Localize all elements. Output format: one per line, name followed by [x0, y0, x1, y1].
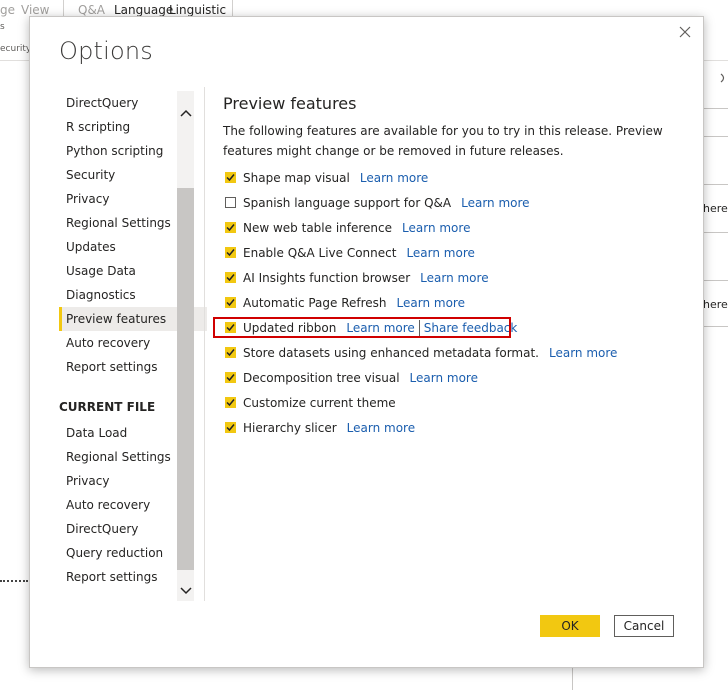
feature-row-spanish-language-support-for-q-a: Spanish language support for Q&A Learn mo… — [223, 190, 683, 215]
bg-text-here: here — [703, 202, 728, 215]
feature-label: AI Insights function browser — [243, 270, 411, 285]
chevron-down-icon — [179, 587, 192, 595]
feature-checkbox[interactable] — [225, 397, 236, 408]
feature-row-hierarchy-slicer: Hierarchy slicer Learn more — [223, 415, 683, 440]
learn-more-link[interactable]: Learn more — [420, 271, 488, 285]
feature-label: Hierarchy slicer — [243, 420, 337, 435]
learn-more-link[interactable]: Learn more — [397, 296, 465, 310]
section-title: Preview features — [223, 94, 357, 113]
feature-row-new-web-table-inference: New web table inference Learn more — [223, 215, 683, 240]
feature-row-shape-map-visual: Shape map visual Learn more — [223, 165, 683, 190]
feature-label: Shape map visual — [243, 170, 350, 185]
bg-divider — [702, 326, 728, 327]
feature-checkbox[interactable] — [225, 272, 236, 283]
feature-row-updated-ribbon: Updated ribbon Learn more Share feedback — [213, 315, 683, 340]
chevron-up-icon — [179, 109, 192, 117]
feature-label: Customize current theme — [243, 395, 396, 410]
link-separator — [418, 319, 420, 336]
feature-checkbox[interactable] — [225, 347, 236, 358]
learn-more-link[interactable]: Learn more — [461, 196, 529, 210]
bg-divider — [702, 184, 728, 185]
close-button[interactable] — [674, 21, 696, 43]
bg-icon — [720, 73, 725, 83]
bg-dotted-line — [0, 580, 28, 582]
feature-checkbox[interactable] — [225, 172, 236, 183]
bg-divider — [572, 666, 573, 690]
bg-divider — [702, 108, 728, 109]
learn-more-link[interactable]: Learn more — [406, 246, 474, 260]
feature-row-automatic-page-refresh: Automatic Page Refresh Learn more — [223, 290, 683, 315]
ok-button[interactable]: OK — [540, 615, 600, 637]
learn-more-link[interactable]: Learn more — [347, 421, 415, 435]
checkmark-icon — [226, 224, 235, 232]
learn-more-link[interactable]: Learn more — [410, 371, 478, 385]
bg-divider — [702, 232, 728, 233]
scroll-down-button[interactable] — [177, 581, 194, 601]
learn-more-link[interactable]: Learn more — [402, 221, 470, 235]
feature-label: Automatic Page Refresh — [243, 295, 387, 310]
feature-label: Spanish language support for Q&A — [243, 195, 452, 210]
bg-divider — [702, 280, 728, 281]
feature-row-enable-q-a-live-connect: Enable Q&A Live Connect Learn more — [223, 240, 683, 265]
bg-tab-language[interactable]: Language — [114, 3, 173, 17]
feature-checkbox[interactable] — [225, 197, 236, 208]
feature-label: New web table inference — [243, 220, 393, 235]
bg-text-here: here — [703, 298, 728, 311]
checkmark-icon — [226, 274, 235, 282]
bg-fragment: s — [0, 22, 5, 32]
feature-checkbox[interactable] — [225, 372, 236, 383]
bg-tab-view[interactable]: View — [21, 3, 49, 17]
bg-tab-linguistic[interactable]: Linguistic — [169, 3, 226, 17]
bg-tab-qa[interactable]: Q&A — [78, 3, 105, 17]
features-list: Shape map visual Learn more Spanish langua… — [213, 165, 683, 440]
feature-checkbox[interactable] — [225, 322, 236, 333]
checkmark-icon — [226, 374, 235, 382]
checkmark-icon — [226, 324, 235, 332]
feature-label: Decomposition tree visual — [243, 370, 400, 385]
checkmark-icon — [226, 424, 235, 432]
scroll-up-button[interactable] — [177, 103, 194, 123]
close-icon — [679, 26, 691, 38]
feature-label: Store datasets using enhanced metadata f… — [243, 345, 539, 360]
learn-more-link[interactable]: Learn more — [360, 171, 428, 185]
feature-row-ai-insights-function-browser: AI Insights function browser Learn more — [223, 265, 683, 290]
feature-checkbox[interactable] — [225, 247, 236, 258]
nav-scrollbar[interactable] — [177, 91, 194, 601]
learn-more-link[interactable]: Learn more — [346, 321, 414, 335]
feature-label: Enable Q&A Live Connect — [243, 245, 397, 260]
checkmark-icon — [226, 249, 235, 257]
feature-row-store-datasets-using-enhanced-metadata-format: Store datasets using enhanced metadata f… — [223, 340, 683, 365]
learn-more-link[interactable]: Learn more — [549, 346, 617, 360]
scroll-thumb[interactable] — [177, 188, 194, 570]
feature-row-decomposition-tree-visual: Decomposition tree visual Learn more — [223, 365, 683, 390]
feature-checkbox[interactable] — [225, 222, 236, 233]
feature-checkbox[interactable] — [225, 297, 236, 308]
feature-row-customize-current-theme: Customize current theme — [223, 390, 683, 415]
checkmark-icon — [226, 299, 235, 307]
dialog-title: Options — [59, 37, 154, 65]
checkmark-icon — [226, 349, 235, 357]
bg-fragment-security: ecurity — [0, 44, 32, 54]
checkmark-icon — [226, 399, 235, 407]
feature-checkbox[interactable] — [225, 422, 236, 433]
cancel-button[interactable]: Cancel — [614, 615, 674, 637]
share-feedback-link[interactable]: Share feedback — [424, 321, 518, 335]
checkmark-icon — [226, 174, 235, 182]
bg-divider — [702, 136, 728, 137]
bg-tab-fragment: ge — [0, 3, 15, 17]
section-description: The following features are available for… — [223, 124, 663, 158]
feature-label: Updated ribbon — [243, 320, 337, 335]
preview-features-panel: Preview features The following features … — [213, 93, 683, 440]
panel-divider — [204, 87, 205, 601]
options-dialog: Options DirectQuery R scripting Python scr… — [29, 16, 704, 668]
